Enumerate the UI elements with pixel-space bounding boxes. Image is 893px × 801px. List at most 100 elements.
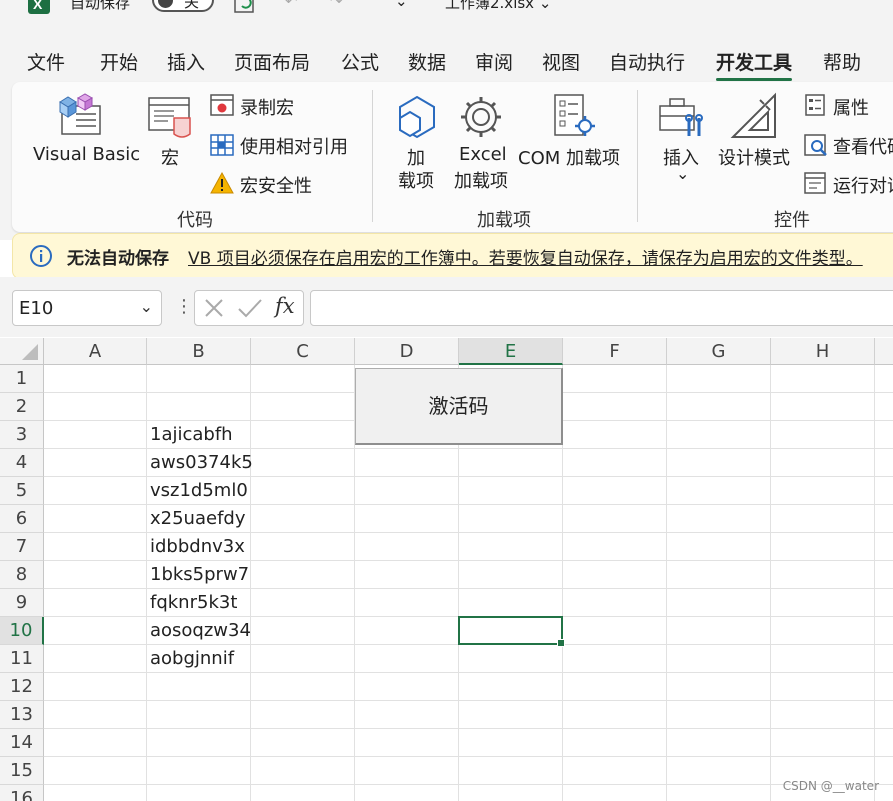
tab-page-layout[interactable]: 页面布局 xyxy=(234,48,310,75)
row-header[interactable]: 8 xyxy=(0,561,44,589)
properties-label[interactable]: 属性 xyxy=(833,94,869,120)
undo-icon[interactable]: ↶ xyxy=(285,0,298,10)
row-header[interactable]: 4 xyxy=(0,449,44,477)
row-header-selected[interactable]: 10 xyxy=(0,617,44,645)
ribbon-developer: Visual Basic 宏 录制宏 使用相对引用 宏安全性 代码 加 载项 E… xyxy=(12,82,893,232)
visual-basic-button[interactable] xyxy=(54,92,106,142)
tab-home[interactable]: 开始 xyxy=(100,48,138,75)
insert-function-icon[interactable]: fx xyxy=(275,294,295,318)
design-mode-button[interactable] xyxy=(730,92,778,144)
tab-data[interactable]: 数据 xyxy=(408,48,446,75)
autosave-state: 关 xyxy=(184,0,200,11)
cell-b5[interactable]: vsz1d5ml0 xyxy=(150,477,248,505)
row-header[interactable]: 15 xyxy=(0,757,44,785)
autosave-toggle[interactable]: 关 xyxy=(152,0,214,12)
fill-handle[interactable] xyxy=(557,639,565,647)
macro-security-button[interactable] xyxy=(210,171,234,198)
cell-b4[interactable]: aws0374k5 xyxy=(150,449,253,477)
save-refresh-icon[interactable] xyxy=(232,0,256,14)
insert-dropdown-icon[interactable]: ⌄ xyxy=(676,164,689,183)
more-options-icon[interactable]: ⋮ xyxy=(175,296,193,317)
run-dialog-label[interactable]: 运行对话框 xyxy=(833,172,893,198)
macro-security-label[interactable]: 宏安全性 xyxy=(240,172,312,198)
grid-line xyxy=(250,365,251,801)
view-code-button[interactable] xyxy=(804,134,828,160)
row-header[interactable]: 11 xyxy=(0,645,44,673)
row-header[interactable]: 2 xyxy=(0,393,44,421)
row-header[interactable]: 1 xyxy=(0,365,44,393)
row-header[interactable]: 12 xyxy=(0,673,44,701)
column-header-g[interactable]: G xyxy=(667,338,771,365)
cell-b3[interactable]: 1ajicabfh xyxy=(150,421,233,449)
cancel-icon[interactable] xyxy=(203,295,225,325)
column-header-h[interactable]: H xyxy=(771,338,875,365)
enter-check-icon[interactable] xyxy=(237,295,263,325)
tab-file[interactable]: 文件 xyxy=(27,48,65,75)
column-header-c[interactable]: C xyxy=(251,338,355,365)
autosave-label: 自动保存 xyxy=(70,0,131,12)
relative-refs-button[interactable] xyxy=(210,134,234,160)
row-header[interactable]: 14 xyxy=(0,729,44,757)
grid-line xyxy=(146,365,147,801)
row-header[interactable]: 5 xyxy=(0,477,44,505)
macros-button[interactable] xyxy=(146,94,194,144)
view-code-label[interactable]: 查看代码 xyxy=(833,133,893,159)
row-header[interactable]: 9 xyxy=(0,589,44,617)
tab-formulas[interactable]: 公式 xyxy=(341,48,379,75)
toolbox-icon xyxy=(659,98,703,136)
column-header-b[interactable]: B xyxy=(147,338,251,365)
record-macro-icon xyxy=(210,94,234,116)
formula-input[interactable] xyxy=(310,290,893,326)
column-header-f[interactable]: F xyxy=(563,338,667,365)
tab-view[interactable]: 视图 xyxy=(542,48,580,75)
name-box[interactable]: E10 ⌄ xyxy=(12,290,162,326)
column-header-a[interactable]: A xyxy=(44,338,147,365)
column-header-e[interactable]: E xyxy=(459,338,563,365)
insert-control-button[interactable] xyxy=(657,94,705,144)
grid-line xyxy=(770,365,771,801)
run-dialog-button[interactable] xyxy=(804,172,826,198)
excel-addins-button[interactable] xyxy=(458,94,504,144)
worksheet-grid[interactable]: A B C D E F G H 1 2 3 4 5 6 7 8 9 10 11 … xyxy=(0,338,893,801)
cell-b8[interactable]: 1bks5prw7 xyxy=(150,561,249,589)
com-addins-button[interactable] xyxy=(552,92,598,144)
column-header-next[interactable] xyxy=(875,338,893,365)
select-all-corner[interactable] xyxy=(0,338,44,365)
chevron-down-icon: ⌄ xyxy=(538,0,552,12)
cell-b6[interactable]: x25uaefdy xyxy=(150,505,245,533)
file-name[interactable]: 工作簿2.xlsx ⌄ xyxy=(445,0,551,13)
tab-insert[interactable]: 插入 xyxy=(167,48,205,75)
relative-refs-icon xyxy=(210,134,234,156)
column-header-d[interactable]: D xyxy=(355,338,459,365)
tab-review[interactable]: 审阅 xyxy=(475,48,513,75)
row-header[interactable]: 6 xyxy=(0,505,44,533)
cell-b10[interactable]: aosoqzw34 xyxy=(150,617,251,645)
relative-refs-label[interactable]: 使用相对引用 xyxy=(240,133,348,159)
chevron-down-icon[interactable]: ⌄ xyxy=(140,297,153,316)
excel-addins-label-line1: Excel xyxy=(459,144,507,165)
row-header[interactable]: 7 xyxy=(0,533,44,561)
addins-label-line2: 载项 xyxy=(398,171,434,192)
message-link[interactable]: VB 项目必须保存在启用宏的工作簿中。若要恢复自动保存，请保存为启用宏的文件类型… xyxy=(188,244,863,269)
record-macro-label[interactable]: 录制宏 xyxy=(240,94,294,120)
cell-b9[interactable]: fqknr5k3t xyxy=(150,589,237,617)
visual-basic-icon xyxy=(59,93,101,135)
tab-automate[interactable]: 自动执行 xyxy=(609,48,685,75)
properties-button[interactable] xyxy=(804,94,826,120)
redo-icon[interactable]: ↷ xyxy=(330,0,343,10)
tab-help[interactable]: 帮助 xyxy=(823,48,861,75)
cell-b11[interactable]: aobgjnnif xyxy=(150,645,234,673)
selected-cell-e10[interactable] xyxy=(458,616,565,647)
addins-button[interactable] xyxy=(394,94,440,144)
record-macro-button[interactable] xyxy=(210,94,234,120)
activation-code-button[interactable]: 激活码 xyxy=(355,368,563,445)
tab-developer[interactable]: 开发工具 xyxy=(716,48,793,81)
row-header[interactable]: 3 xyxy=(0,421,44,449)
controls-group-label: 控件 xyxy=(774,210,810,231)
row-header[interactable]: 13 xyxy=(0,701,44,729)
com-addins-label: COM 加载项 xyxy=(518,148,620,169)
row-header[interactable]: 16 xyxy=(0,785,44,801)
cell-b7[interactable]: idbbdnv3x xyxy=(150,533,245,561)
excel-logo-icon: X xyxy=(28,0,50,14)
quick-access-dropdown-icon[interactable]: ⌄ xyxy=(395,0,408,10)
